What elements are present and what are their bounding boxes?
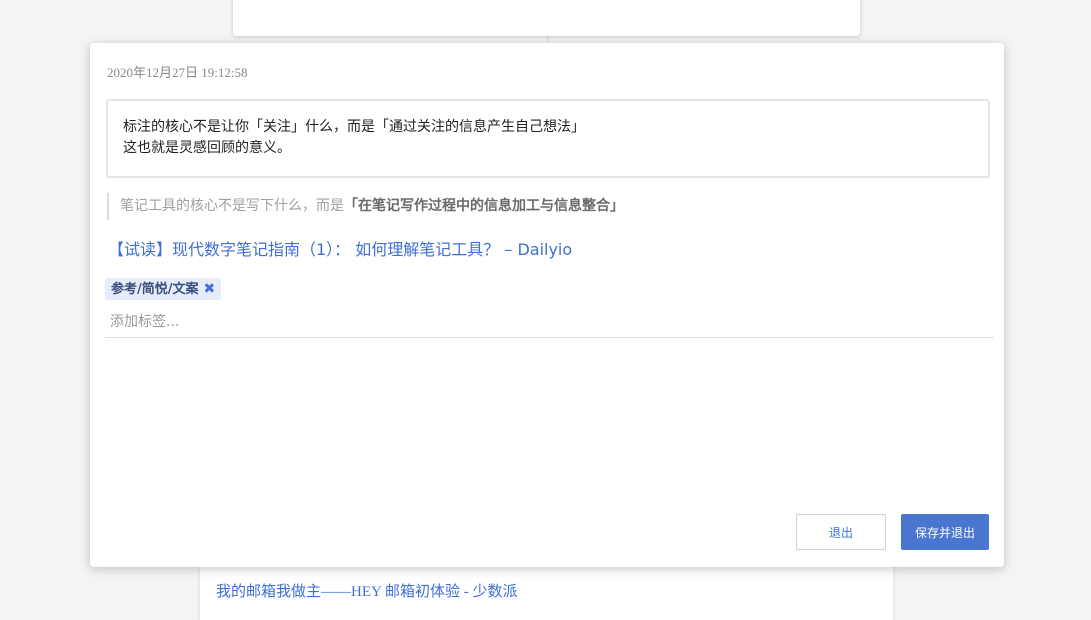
save-and-exit-button[interactable]: 保存并退出 [901,514,989,550]
annotation-timestamp: 2020年12月27日 19:12:58 [107,65,248,80]
annotation-note-line-1: 标注的核心不是让你「关注」什么，而是「通过关注的信息产生自己想法」 [123,119,585,135]
exit-button[interactable]: 退出 [796,514,886,550]
tag-remove-icon[interactable]: ✖ [204,281,216,297]
annotation-modal: 2020年12月27日 19:12:58 标注的核心不是让你「关注」什么，而是「… [90,43,1004,567]
highlight-quote-emphasis: 「在笔记写作过程中的信息加工与信息整合」 [344,198,624,214]
tag-input[interactable] [105,307,994,338]
background-card-link[interactable]: 我的邮箱我做主——HEY 邮箱初体验 - 少数派 [216,580,518,601]
tag-chip[interactable]: 参考/简悦/文案 ✖ [105,278,222,300]
background-card-bottom: 我的邮箱我做主——HEY 邮箱初体验 - 少数派 [200,560,893,620]
source-article-link[interactable]: 【试读】现代数字笔记指南（1）： 如何理解笔记工具？ – Dailyio [108,236,572,260]
background-card-top [233,0,860,36]
annotation-note-line-2: 这也就是灵感回顾的意义。 [123,140,291,156]
annotation-note-box[interactable]: 标注的核心不是让你「关注」什么，而是「通过关注的信息产生自己想法」 这也就是灵感… [106,99,990,178]
highlight-quote: 笔记工具的核心不是写下什么，而是「在笔记写作过程中的信息加工与信息整合」 [107,193,624,220]
highlight-quote-text: 笔记工具的核心不是写下什么，而是 [120,198,344,214]
tag-chip-label: 参考/简悦/文案 [111,282,199,297]
